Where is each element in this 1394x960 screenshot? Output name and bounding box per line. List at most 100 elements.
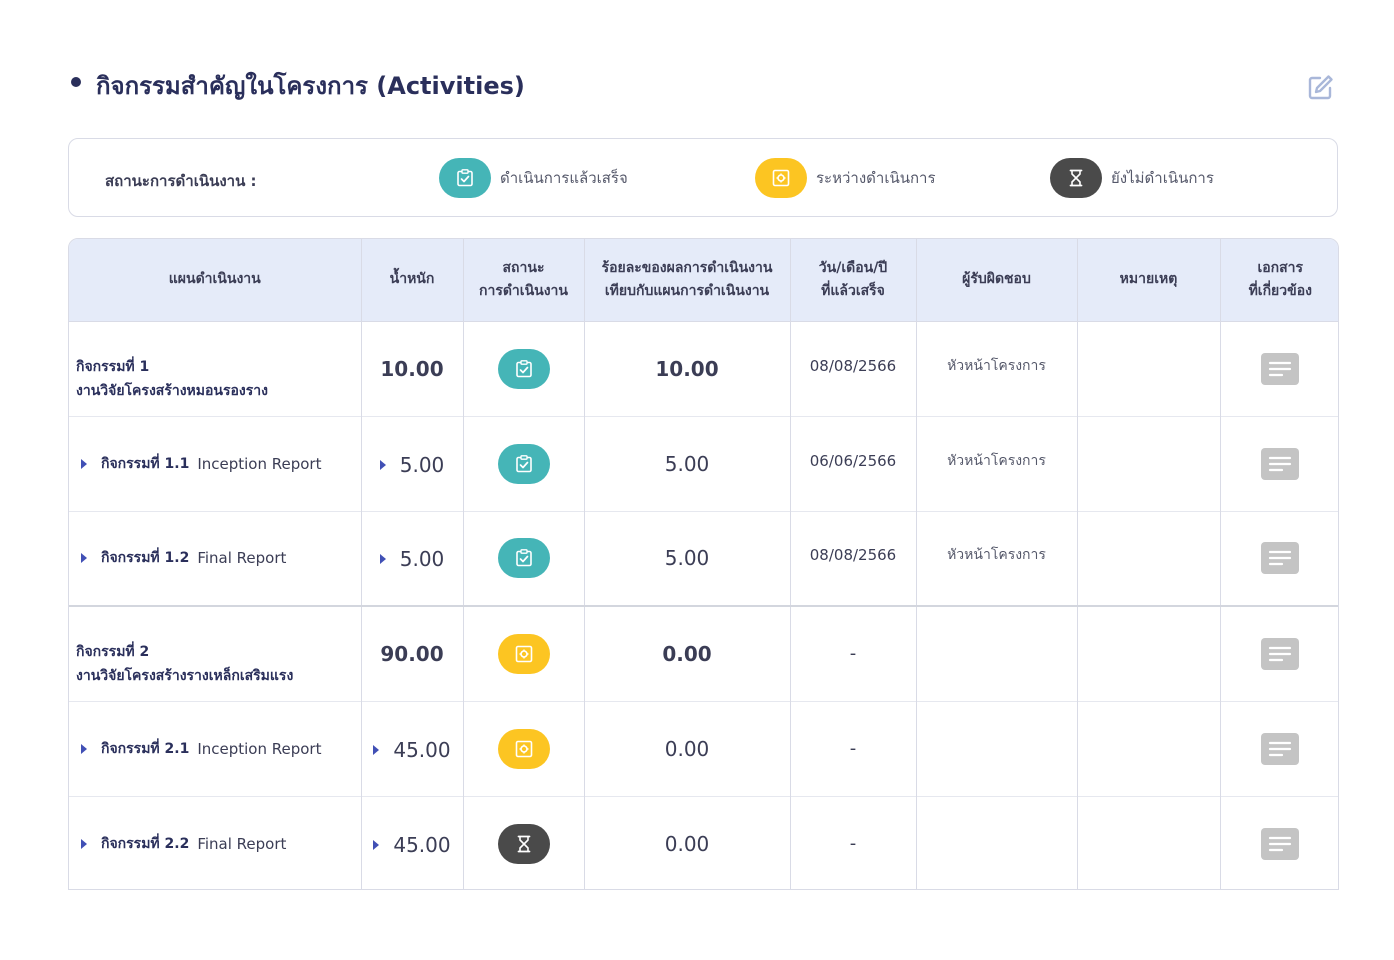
section-title: กิจกรรมสำคัญในโครงการ (Activities): [96, 72, 525, 100]
note-cell: [1077, 320, 1221, 416]
plan-cell: กิจกรรมที่ 1 งานวิจัยโครงสร้างหมอนรองราง: [69, 320, 362, 416]
activity-name: งานวิจัยโครงสร้างรางเหล็กเสริมแรง: [76, 667, 294, 684]
date-cell: -: [790, 700, 917, 796]
responsible-value: หัวหน้าโครงการ: [947, 547, 1046, 564]
weight-value: 5.00: [399, 547, 445, 572]
responsible-cell: [916, 700, 1078, 796]
completion-date: 08/08/2566: [809, 356, 897, 375]
percent-value: 0.00: [662, 641, 712, 666]
clipboard-check-icon: [497, 538, 550, 579]
activity-name: Inception Report: [197, 454, 322, 473]
status-cell: [463, 795, 585, 889]
document-icon[interactable]: [1261, 542, 1300, 575]
responsible-value: หัวหน้าโครงการ: [947, 357, 1046, 374]
legend-label-progress: ระหว่างดำเนินการ: [816, 169, 936, 187]
date-cell: -: [790, 795, 917, 889]
note-cell: [1077, 415, 1221, 511]
document-icon[interactable]: [1261, 637, 1300, 670]
document-icon[interactable]: [1261, 352, 1300, 385]
document-icon[interactable]: [1261, 732, 1300, 765]
percent-cell: 0.00: [584, 700, 791, 796]
weight-value: 45.00: [393, 737, 451, 762]
documents-cell: [1220, 320, 1338, 416]
activity-code: กิจกรรมที่ 2.2: [101, 835, 190, 852]
status-cell: [463, 605, 585, 701]
activity-code: กิจกรรมที่ 1: [76, 358, 150, 375]
caret-right-icon[interactable]: [373, 839, 380, 850]
responsible-cell: หัวหน้าโครงการ: [916, 320, 1078, 416]
plan-cell: กิจกรรมที่ 2 งานวิจัยโครงสร้างรางเหล็กเสร…: [69, 605, 362, 701]
activity-name: งานวิจัยโครงสร้างหมอนรองราง: [76, 382, 268, 399]
clipboard-check-icon: [439, 158, 491, 198]
percent-cell: 0.00: [584, 605, 791, 701]
completion-date: -: [849, 833, 857, 855]
note-cell: [1077, 605, 1221, 701]
date-cell: 08/08/2566: [790, 320, 917, 416]
activity-name: Final Report: [197, 549, 287, 568]
section-header: กิจกรรมสำคัญในโครงการ (Activities): [68, 62, 1338, 102]
status-cell: [463, 415, 585, 511]
table-row: กิจกรรมที่ 1.1 Inception Report 5.00 5.00 0…: [69, 415, 1338, 511]
legend-item-pending: ยังไม่ดำเนินการ: [1050, 158, 1214, 198]
weight-cell: 45.00: [361, 700, 464, 796]
col-header-plan: แผนดำเนินงาน: [69, 239, 362, 321]
completion-date: 06/06/2566: [809, 451, 897, 470]
caret-right-icon[interactable]: [373, 744, 380, 755]
legend-label: สถานะการดำเนินงาน :: [105, 172, 257, 190]
documents-cell: [1220, 605, 1338, 701]
documents-cell: [1220, 795, 1338, 889]
percent-cell: 10.00: [584, 320, 791, 416]
date-cell: -: [790, 605, 917, 701]
plan-cell[interactable]: กิจกรรมที่ 1.2 Final Report: [69, 510, 362, 606]
status-cell: [463, 700, 585, 796]
legend-item-progress: ระหว่างดำเนินการ: [755, 158, 936, 198]
activities-table: แผนดำเนินงาน น้ำหนัก สถานะ การดำเนินงาน ร…: [68, 238, 1339, 890]
note-cell: [1077, 510, 1221, 606]
note-cell: [1077, 795, 1221, 889]
table-header-row: แผนดำเนินงาน น้ำหนัก สถานะ การดำเนินงาน ร…: [69, 239, 1338, 321]
table-row: กิจกรรมที่ 2.2 Final Report 45.00 0.00 -: [69, 795, 1338, 889]
responsible-cell: หัวหน้าโครงการ: [916, 415, 1078, 511]
completion-date: 08/08/2566: [809, 546, 897, 565]
plan-cell[interactable]: กิจกรรมที่ 2.1 Inception Report: [69, 700, 362, 796]
completion-date: -: [849, 738, 857, 759]
col-header-date: วัน/เดือน/ปี ที่แล้วเสร็จ: [790, 239, 917, 321]
edit-icon[interactable]: [1306, 72, 1336, 102]
weight-value: 90.00: [380, 641, 444, 666]
activity-code: กิจกรรมที่ 2: [76, 643, 150, 660]
note-cell: [1077, 700, 1221, 796]
responsible-cell: [916, 605, 1078, 701]
caret-right-icon[interactable]: [379, 459, 386, 470]
document-icon[interactable]: [1261, 447, 1300, 480]
hourglass-icon: [1050, 158, 1102, 198]
gear-icon: [755, 158, 807, 198]
percent-value: 5.00: [664, 451, 710, 476]
col-header-status: สถานะ การดำเนินงาน: [463, 239, 585, 321]
plan-cell[interactable]: กิจกรรมที่ 1.1 Inception Report: [69, 415, 362, 511]
caret-right-icon[interactable]: [81, 838, 87, 849]
table-row: กิจกรรมที่ 1 งานวิจัยโครงสร้างหมอนรองราง 1…: [69, 320, 1338, 416]
date-cell: 06/06/2566: [790, 415, 917, 511]
col-header-documents: เอกสาร ที่เกี่ยวข้อง: [1248, 259, 1312, 299]
caret-right-icon[interactable]: [379, 554, 386, 565]
percent-cell: 5.00: [584, 415, 791, 511]
percent-value: 10.00: [655, 356, 719, 381]
plan-cell[interactable]: กิจกรรมที่ 2.2 Final Report: [69, 795, 362, 889]
table-row: กิจกรรมที่ 2 งานวิจัยโครงสร้างรางเหล็กเสร…: [69, 605, 1338, 701]
gear-icon: [497, 728, 550, 769]
legend-label-done: ดำเนินการแล้วเสร็จ: [500, 169, 628, 187]
status-cell: [463, 320, 585, 416]
caret-right-icon[interactable]: [81, 458, 87, 469]
weight-cell: 90.00: [361, 605, 464, 701]
caret-right-icon[interactable]: [81, 553, 87, 564]
table-row: กิจกรรมที่ 1.2 Final Report 5.00 5.00 08/08…: [69, 510, 1338, 606]
activity-name: Final Report: [197, 834, 287, 853]
status-legend: สถานะการดำเนินงาน : ดำเนินการแล้วเสร็จ ร…: [68, 138, 1338, 217]
document-icon[interactable]: [1261, 827, 1300, 860]
documents-cell: [1220, 700, 1338, 796]
bullet-dot: [71, 77, 81, 87]
status-cell: [463, 510, 585, 606]
percent-value: 5.00: [664, 546, 710, 571]
caret-right-icon[interactable]: [81, 743, 87, 754]
legend-item-done: ดำเนินการแล้วเสร็จ: [439, 158, 628, 198]
